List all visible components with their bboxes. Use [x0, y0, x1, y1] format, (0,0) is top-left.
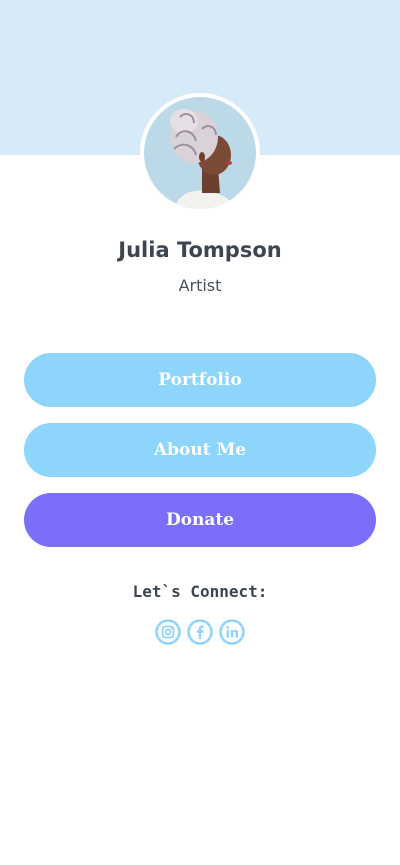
avatar	[140, 93, 260, 213]
donate-button[interactable]: Donate	[24, 493, 376, 547]
profile-name: Julia Tompson	[118, 238, 282, 262]
social-links	[155, 619, 245, 645]
instagram-icon[interactable]	[155, 619, 181, 645]
linkedin-icon[interactable]	[219, 619, 245, 645]
connect-heading: Let`s Connect:	[132, 582, 268, 601]
about-me-button[interactable]: About Me	[24, 423, 376, 477]
profile-role: Artist	[178, 276, 222, 295]
portfolio-button[interactable]: Portfolio	[24, 353, 376, 407]
facebook-icon[interactable]	[187, 619, 213, 645]
profile-page: Julia Tompson Artist Portfolio About Me …	[0, 0, 400, 865]
